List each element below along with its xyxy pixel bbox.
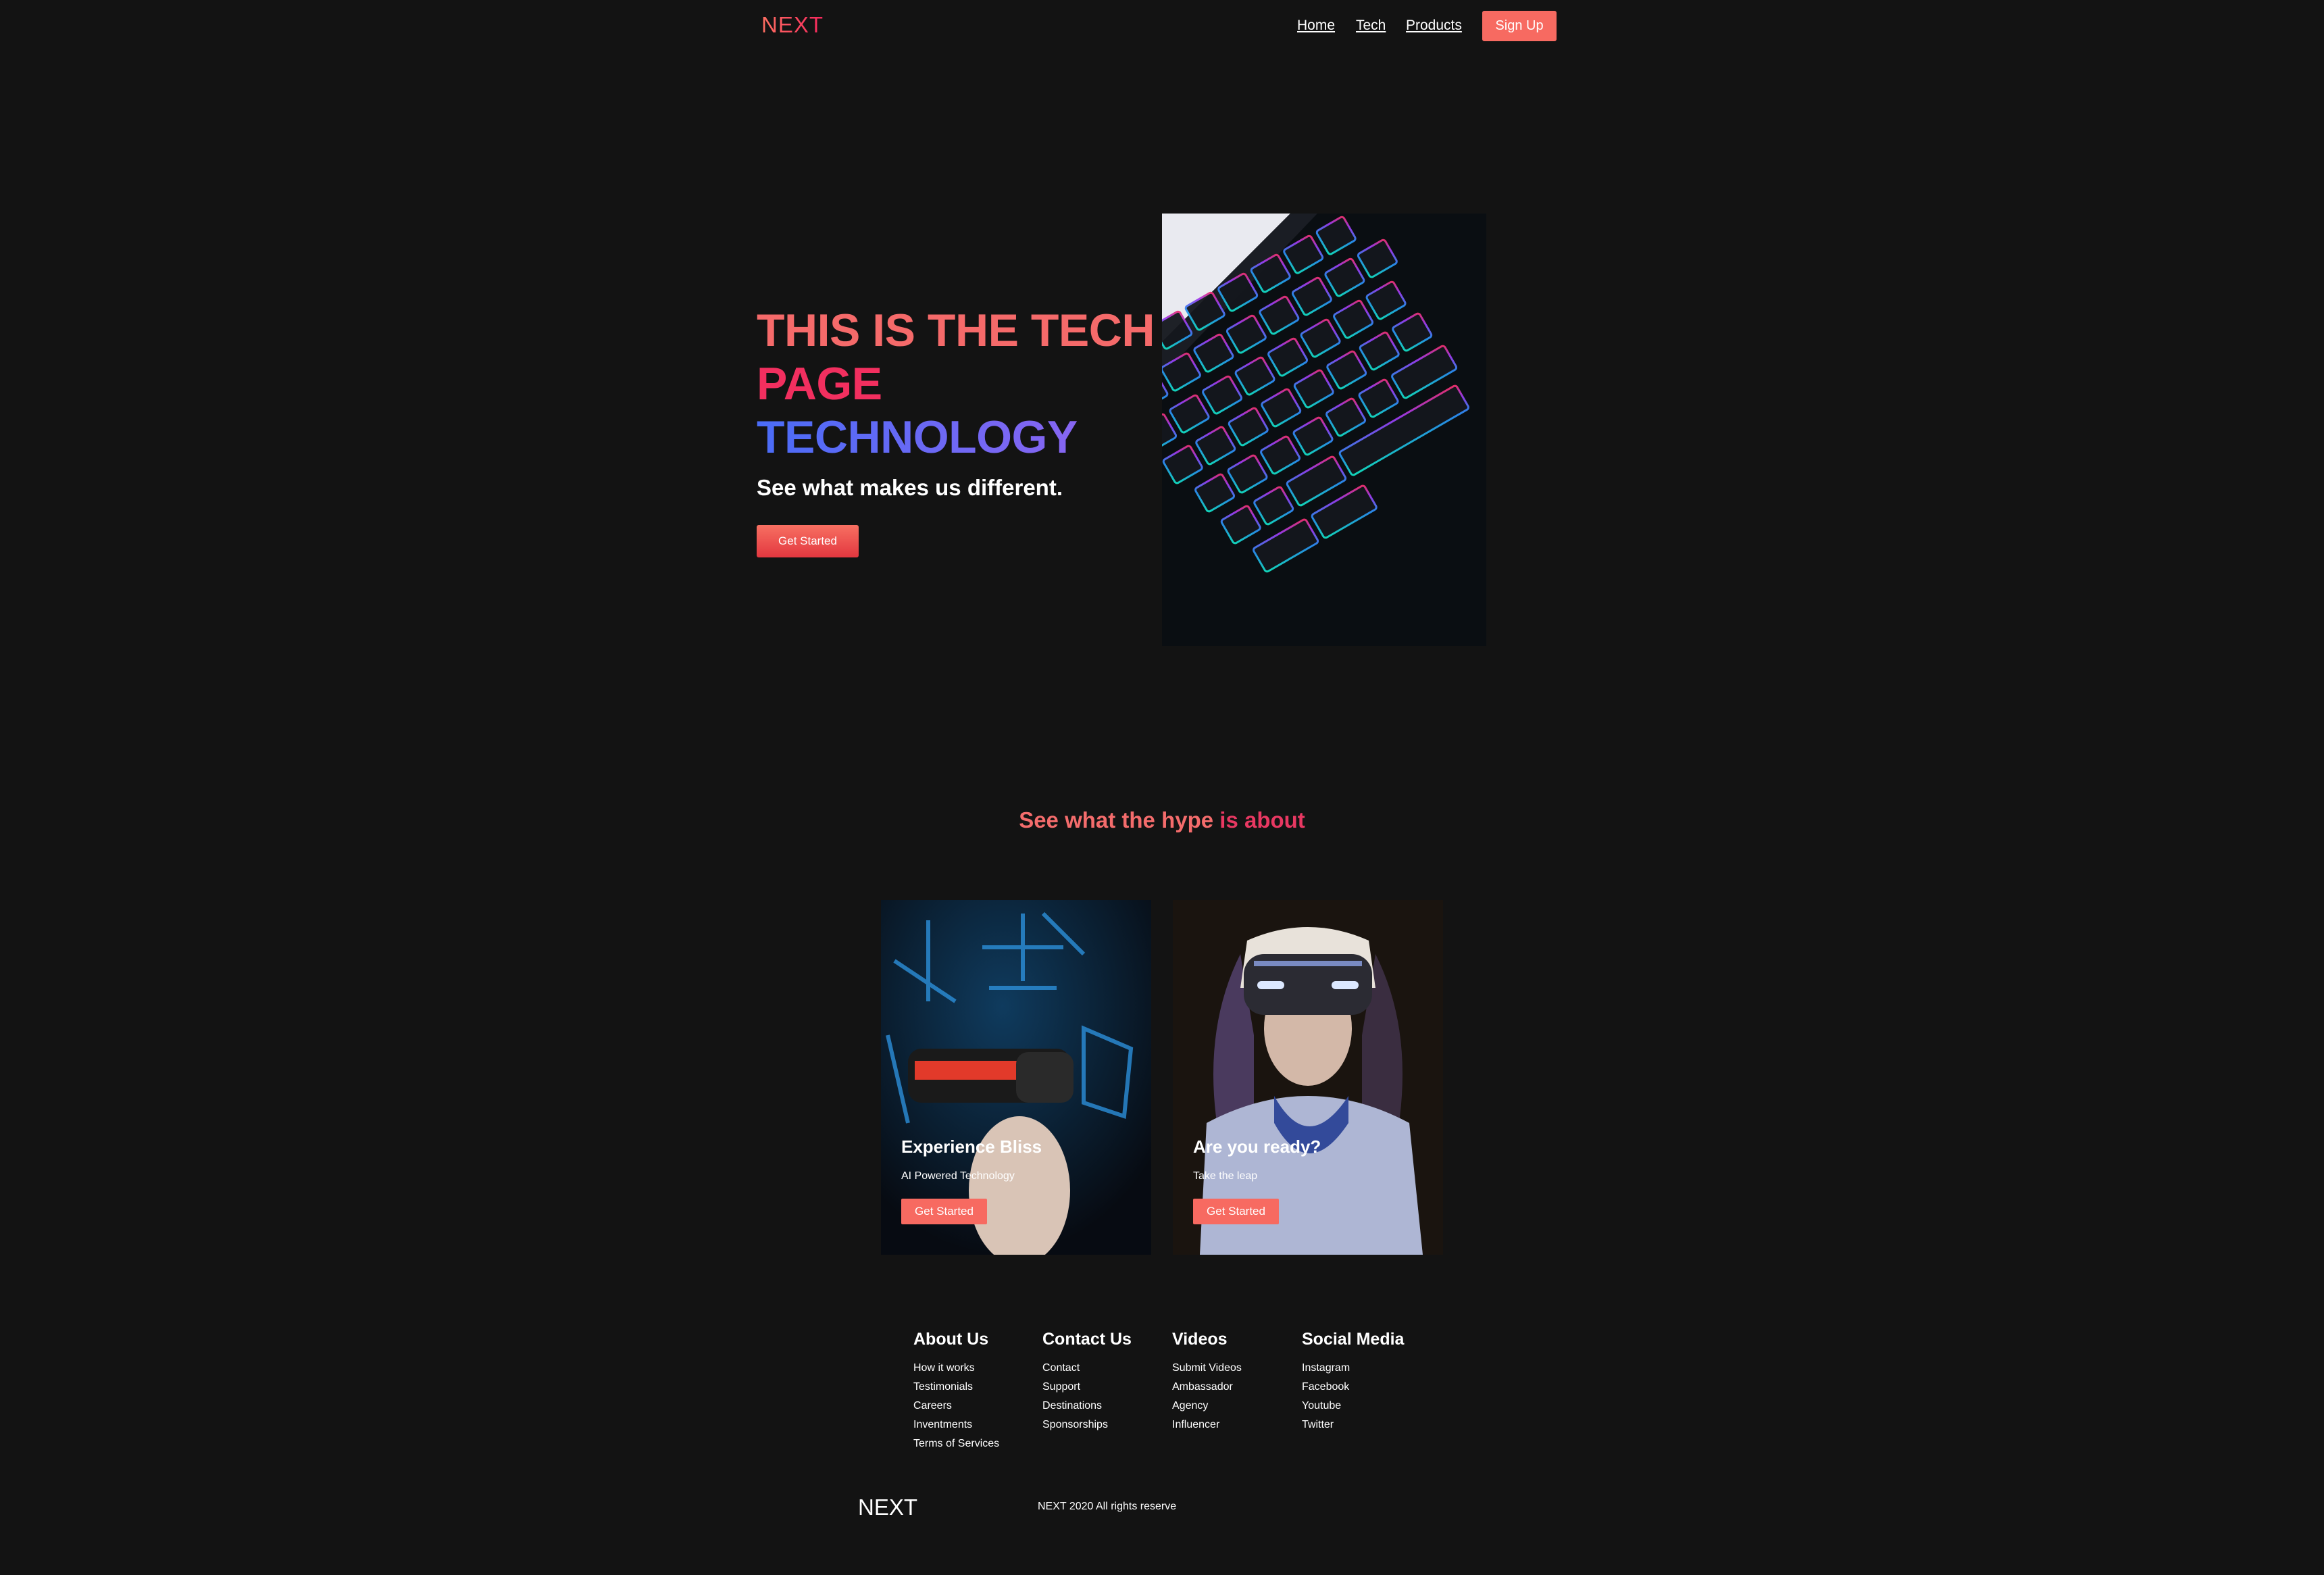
footer-link[interactable]: Contact (1042, 1359, 1132, 1378)
footer-link[interactable]: Inventments (913, 1416, 999, 1434)
footer-link[interactable]: Terms of Services (913, 1434, 999, 1453)
footer-link[interactable]: Twitter (1302, 1416, 1404, 1434)
footer-link[interactable]: Support (1042, 1378, 1132, 1397)
hero-title: THIS IS THE TECH PAGE TECHNOLOGY (757, 304, 1189, 464)
feature-card-experience-bliss: Experience Bliss AI Powered Technology G… (881, 900, 1151, 1255)
hype-heading: See what the hype is about (0, 807, 2324, 833)
keyboard-illustration (1162, 214, 1486, 646)
nav-link-products[interactable]: Products (1406, 18, 1462, 34)
brand-logo[interactable]: NEXT (761, 12, 824, 38)
card-description: Take the leap (1193, 1170, 1258, 1182)
footer-column-about-us: About Us How it works Testimonials Caree… (913, 1330, 999, 1453)
footer-link[interactable]: Youtube (1302, 1397, 1404, 1416)
footer-logo[interactable]: NEXT (858, 1495, 917, 1520)
signup-button[interactable]: Sign Up (1482, 11, 1557, 41)
footer-column-title: Social Media (1302, 1330, 1405, 1349)
card-description: AI Powered Technology (901, 1170, 1015, 1182)
hype-heading-part-2: is about (1219, 807, 1305, 832)
footer-column-title: About Us (913, 1330, 989, 1349)
footer-link[interactable]: Destinations (1042, 1397, 1132, 1416)
footer-link[interactable]: Testimonials (913, 1378, 999, 1397)
hero-get-started-button[interactable]: Get Started (757, 525, 859, 557)
hero-title-line-3: TECHNOLOGY (757, 411, 1189, 464)
footer-link[interactable]: Submit Videos (1172, 1359, 1242, 1378)
footer-column-contact-us: Contact Us Contact Support Destinations … (1042, 1330, 1132, 1434)
hero-subtitle: See what makes us different. (757, 475, 1063, 500)
nav-link-home[interactable]: Home (1297, 18, 1335, 34)
footer-link[interactable]: Ambassador (1172, 1378, 1242, 1397)
hero-title-line-1: THIS IS THE TECH (757, 305, 1155, 356)
footer-column-videos: Videos Submit Videos Ambassador Agency I… (1172, 1330, 1242, 1434)
footer-column-title: Videos (1172, 1330, 1228, 1349)
card-get-started-button[interactable]: Get Started (1193, 1199, 1279, 1224)
hero-title-line-2: PAGE (757, 358, 882, 409)
card-title: Are you ready? (1193, 1136, 1321, 1157)
footer-link[interactable]: Instagram (1302, 1359, 1404, 1378)
backlit-keyboard-image (1162, 214, 1486, 646)
card-get-started-button[interactable]: Get Started (901, 1199, 987, 1224)
hype-heading-part-1: See what the hype (1019, 807, 1214, 832)
footer-link[interactable]: Sponsorships (1042, 1416, 1132, 1434)
footer-link[interactable]: How it works (913, 1359, 999, 1378)
footer-copyright: NEXT 2020 All rights reserve (1038, 1501, 1177, 1512)
footer-column-social-media: Social Media Instagram Facebook Youtube … (1302, 1330, 1404, 1434)
footer-link[interactable]: Facebook (1302, 1378, 1404, 1397)
footer-link[interactable]: Influencer (1172, 1416, 1242, 1434)
feature-card-are-you-ready: Are you ready? Take the leap Get Started (1173, 900, 1443, 1255)
footer-link[interactable]: Careers (913, 1397, 999, 1416)
footer-column-title: Contact Us (1042, 1330, 1132, 1349)
card-title: Experience Bliss (901, 1136, 1042, 1157)
nav-link-tech[interactable]: Tech (1356, 18, 1386, 34)
footer-link[interactable]: Agency (1172, 1397, 1242, 1416)
navbar: NEXT Home Tech Products Sign Up (0, 0, 2324, 54)
